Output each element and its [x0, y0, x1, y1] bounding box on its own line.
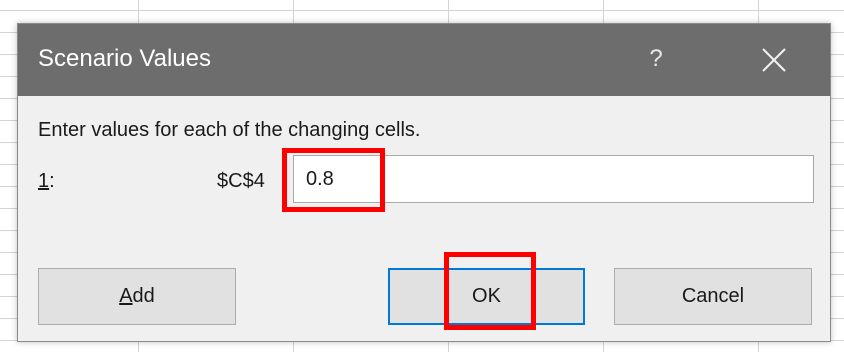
add-button[interactable]: Add: [38, 268, 236, 325]
ok-button-label: OK: [472, 285, 501, 307]
dialog-title: Scenario Values: [38, 45, 211, 72]
scenario-values-dialog: Scenario Values ? Enter values for each …: [17, 23, 831, 342]
row-index-label: 1:: [38, 170, 55, 193]
changing-cell-reference: $C$4: [217, 170, 265, 192]
row-index-number: 1: [38, 170, 50, 192]
close-button[interactable]: [748, 36, 798, 82]
help-button[interactable]: ?: [636, 42, 676, 76]
row-index-suffix: :: [49, 170, 55, 192]
close-icon: [762, 48, 786, 72]
cancel-button-label: Cancel: [681, 285, 745, 307]
cancel-button[interactable]: Cancel: [614, 268, 812, 325]
changing-cell-value-input[interactable]: [293, 155, 814, 203]
instruction-text: Enter values for each of the changing ce…: [38, 119, 421, 141]
ok-button[interactable]: OK: [388, 268, 585, 325]
add-button-label: Add: [119, 285, 155, 307]
help-icon: ?: [649, 45, 663, 72]
dialog-titlebar: Scenario Values ?: [18, 24, 830, 96]
